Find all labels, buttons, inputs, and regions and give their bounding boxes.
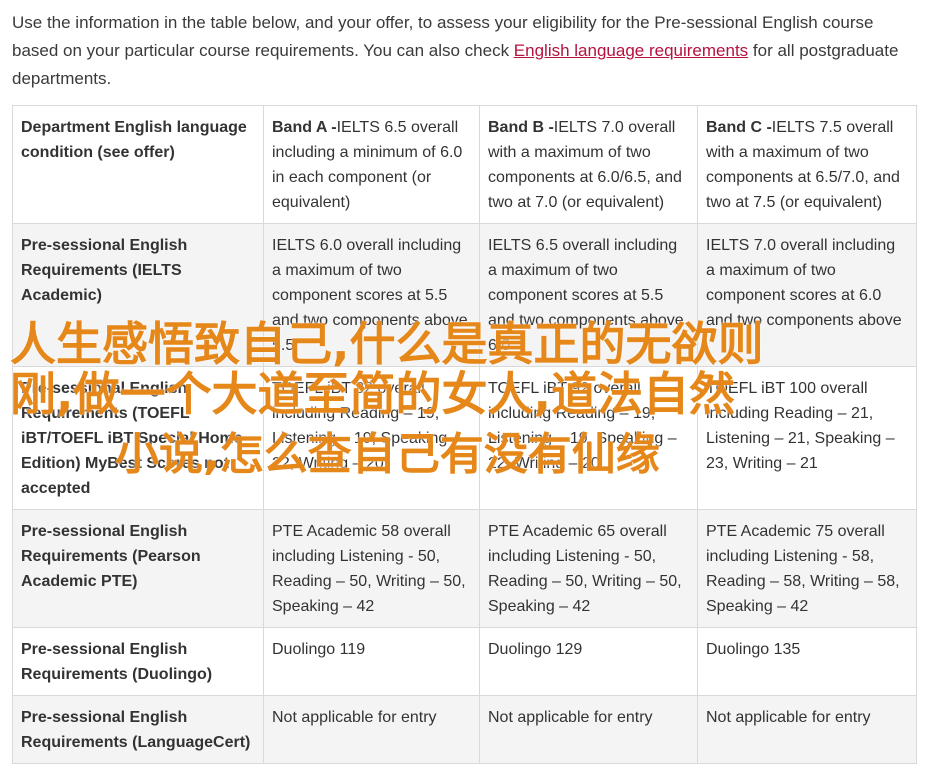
band-b-cell: Band B -IELTS 7.0 overall with a maximum… (479, 105, 698, 224)
row-value: IELTS 6.0 overall including a maximum of… (263, 223, 480, 367)
row-value: PTE Academic 75 overall including Listen… (697, 509, 917, 628)
row-value: TOEFL iBT 100 overall including Reading … (697, 366, 917, 510)
row-label: Pre-sessional English Requirements (Pear… (12, 509, 264, 628)
row-value: Duolingo 129 (479, 627, 698, 696)
row-value: TOEFL iBT 92 overall including Reading –… (479, 366, 698, 510)
table-header-row: Department English language condition (s… (12, 105, 917, 224)
row-value: PTE Academic 58 overall including Listen… (263, 509, 480, 628)
table-row-languagecert: Pre-sessional English Requirements (Lang… (12, 695, 917, 764)
table-row-ielts: Pre-sessional English Requirements (IELT… (12, 223, 917, 367)
row-label: Pre-sessional English Requirements (IELT… (12, 223, 264, 367)
band-c-name: Band C - (706, 119, 772, 136)
row-value: PTE Academic 65 overall including Listen… (479, 509, 698, 628)
band-b-name: Band B - (488, 119, 554, 136)
row-value: Not applicable for entry (263, 695, 480, 764)
row-value: Not applicable for entry (697, 695, 917, 764)
english-language-requirements-link[interactable]: English language requirements (514, 41, 748, 60)
header-label-cell: Department English language condition (s… (12, 105, 264, 224)
row-value: Duolingo 135 (697, 627, 917, 696)
row-value: Not applicable for entry (479, 695, 698, 764)
row-value: IELTS 7.0 overall including a maximum of… (697, 223, 917, 367)
table-row-toefl: Pre-sessional English Requirements (TOEF… (12, 366, 917, 510)
band-a-cell: Band A -IELTS 6.5 overall including a mi… (263, 105, 480, 224)
row-value: TOEFL iBT 82 overall including Reading –… (263, 366, 480, 510)
intro-paragraph: Use the information in the table below, … (12, 9, 917, 93)
row-value: IELTS 6.5 overall including a maximum of… (479, 223, 698, 367)
row-label: Pre-sessional English Requirements (TOEF… (12, 366, 264, 510)
row-label: Pre-sessional English Requirements (Duol… (12, 627, 264, 696)
table-row-duolingo: Pre-sessional English Requirements (Duol… (12, 627, 917, 696)
band-a-name: Band A - (272, 119, 337, 136)
band-c-cell: Band C -IELTS 7.5 overall with a maximum… (697, 105, 917, 224)
row-value: Duolingo 119 (263, 627, 480, 696)
table-row-pte: Pre-sessional English Requirements (Pear… (12, 509, 917, 628)
requirements-table: Department English language condition (s… (12, 105, 917, 764)
row-label: Pre-sessional English Requirements (Lang… (12, 695, 264, 764)
